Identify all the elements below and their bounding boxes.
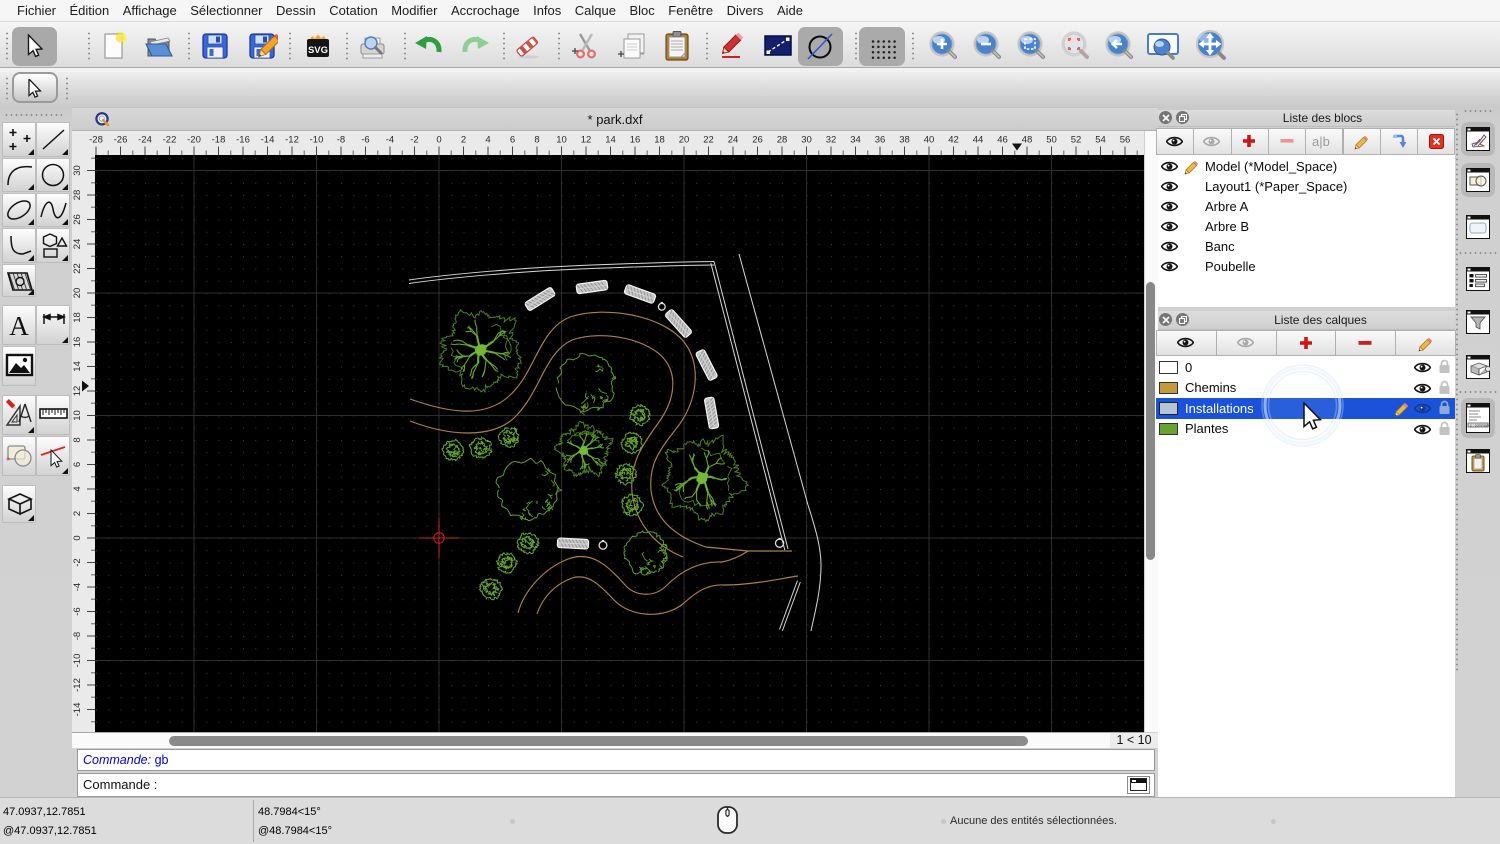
svg-text:-22: -22 xyxy=(163,135,177,146)
svg-text:c : command: c : command xyxy=(1470,424,1490,428)
svg-text:56: 56 xyxy=(1120,135,1131,146)
svg-text:2: 2 xyxy=(72,511,83,516)
svg-text:-14: -14 xyxy=(261,135,275,146)
svg-text:-4: -4 xyxy=(72,583,83,591)
svg-text:-16: -16 xyxy=(236,135,250,146)
svg-text:-18: -18 xyxy=(212,135,226,146)
svg-text:6: 6 xyxy=(72,462,83,467)
svg-text:-2: -2 xyxy=(72,558,83,566)
svg-text:2: 2 xyxy=(461,135,466,146)
svg-text:-24: -24 xyxy=(138,135,152,146)
svg-text:4: 4 xyxy=(485,135,490,146)
svg-text:50: 50 xyxy=(1046,135,1057,146)
svg-text:24: 24 xyxy=(72,239,83,250)
svg-text:32: 32 xyxy=(826,135,837,146)
svg-text:-4: -4 xyxy=(386,135,394,146)
svg-text:30: 30 xyxy=(801,135,812,146)
svg-text:20: 20 xyxy=(679,135,690,146)
svg-text:14: 14 xyxy=(72,361,83,372)
svg-text:20: 20 xyxy=(72,288,83,299)
svg-text:-26: -26 xyxy=(114,135,128,146)
svg-text:16: 16 xyxy=(72,337,83,348)
svg-text:-6: -6 xyxy=(72,607,83,615)
svg-text:10: 10 xyxy=(556,135,567,146)
svg-text:38: 38 xyxy=(899,135,910,146)
svg-text:28: 28 xyxy=(777,135,788,146)
svg-text:12: 12 xyxy=(581,135,592,146)
svg-text:54: 54 xyxy=(1095,135,1106,146)
svg-text:4: 4 xyxy=(72,486,83,491)
svg-text:-6: -6 xyxy=(361,135,369,146)
svg-text:-14: -14 xyxy=(72,703,83,717)
svg-text:46: 46 xyxy=(997,135,1008,146)
svg-text:26: 26 xyxy=(72,214,83,225)
svg-text:40: 40 xyxy=(924,135,935,146)
svg-text:48: 48 xyxy=(1022,135,1033,146)
svg-text:28: 28 xyxy=(72,190,83,201)
svg-text:SVG: SVG xyxy=(308,45,328,56)
svg-text:6: 6 xyxy=(510,135,515,146)
svg-text:36: 36 xyxy=(875,135,886,146)
svg-text:-8: -8 xyxy=(337,135,345,146)
svg-text:10: 10 xyxy=(72,410,83,421)
svg-text:-8: -8 xyxy=(72,632,83,640)
svg-text:-2: -2 xyxy=(410,135,418,146)
svg-text:34: 34 xyxy=(850,135,861,146)
svg-text:22: 22 xyxy=(72,263,83,274)
svg-text:A: A xyxy=(9,311,29,341)
svg-text:16: 16 xyxy=(630,135,641,146)
svg-text:8: 8 xyxy=(534,135,539,146)
svg-text:22: 22 xyxy=(703,135,714,146)
svg-text:12: 12 xyxy=(72,386,83,397)
svg-text:-12: -12 xyxy=(285,135,299,146)
svg-text:42: 42 xyxy=(948,135,959,146)
svg-text:-10: -10 xyxy=(72,654,83,668)
svg-text:-12: -12 xyxy=(72,678,83,692)
svg-text:52: 52 xyxy=(1071,135,1082,146)
svg-text:0: 0 xyxy=(436,135,441,146)
svg-text:14: 14 xyxy=(605,135,616,146)
svg-text:-20: -20 xyxy=(187,135,201,146)
svg-text:0: 0 xyxy=(72,535,83,540)
svg-text:18: 18 xyxy=(654,135,665,146)
svg-text:24: 24 xyxy=(728,135,739,146)
svg-text:30: 30 xyxy=(72,165,83,176)
svg-text:26: 26 xyxy=(752,135,763,146)
svg-text:-10: -10 xyxy=(310,135,324,146)
svg-text:8: 8 xyxy=(72,437,83,442)
svg-text:44: 44 xyxy=(973,135,984,146)
svg-text:-28: -28 xyxy=(89,135,103,146)
svg-text:18: 18 xyxy=(72,312,83,323)
